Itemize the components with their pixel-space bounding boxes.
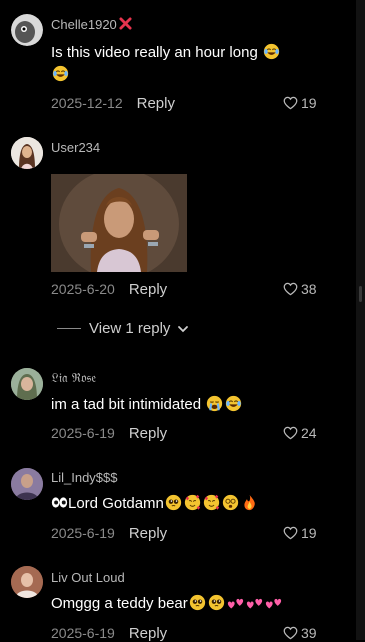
two-hearts-emoji-icon (246, 594, 263, 611)
comment-meta: 2025-6-19 Reply (51, 525, 167, 542)
like-count: 38 (301, 281, 317, 297)
like-button[interactable]: 38 (283, 281, 317, 297)
like-count: 19 (301, 95, 317, 111)
comment-meta: 2025-12-12 Reply (51, 95, 175, 112)
scrollbar[interactable] (356, 0, 365, 640)
avatar[interactable] (11, 566, 43, 598)
avatar[interactable] (11, 14, 43, 46)
laughing-emoji-icon (225, 395, 242, 412)
like-button[interactable]: 39 (283, 625, 317, 641)
comment-date: 2025-6-20 (51, 281, 115, 297)
smiling-hearts-emoji-icon (184, 494, 201, 511)
username[interactable]: User234 (51, 140, 100, 155)
like-count: 39 (301, 625, 317, 641)
heart-icon (283, 526, 298, 540)
reply-button[interactable]: Reply (129, 525, 167, 542)
comment-meta: 2025-6-20 Reply (51, 281, 167, 298)
reply-button[interactable]: Reply (137, 95, 175, 112)
heart-icon (283, 282, 298, 296)
comment-date: 2025-6-19 (51, 625, 115, 641)
heart-icon (283, 96, 298, 110)
comment-text: im a tad bit intimidated (51, 394, 311, 416)
reply-button[interactable]: Reply (129, 281, 167, 298)
comment-item: Liv Out Loud Omggg a teddy bear 2025-6-1… (0, 565, 356, 642)
reply-button[interactable]: Reply (129, 625, 167, 642)
comment-item: User234 2025-6-20 Reply 38 (0, 125, 356, 310)
comment-meta: 2025-6-19 Reply (51, 425, 167, 442)
heart-icon (283, 626, 298, 640)
comment-item: Chelle1920 Is this video really an hour … (0, 0, 356, 125)
comment-date: 2025-12-12 (51, 95, 123, 111)
avatar[interactable] (11, 137, 43, 169)
pleading-face-emoji-icon (165, 494, 182, 511)
like-count: 19 (301, 525, 317, 541)
smiling-hearts-emoji-icon (203, 494, 220, 511)
fire-emoji-icon (241, 494, 258, 511)
chevron-down-icon (178, 325, 189, 332)
heart-icon (283, 426, 298, 440)
like-count: 24 (301, 425, 317, 441)
comment-text: Omggg a teddy bear (51, 593, 341, 615)
like-button[interactable]: 24 (283, 425, 317, 441)
scrollbar-thumb[interactable] (359, 286, 362, 302)
comment-meta: 2025-6-19 Reply (51, 625, 167, 642)
comment-text: Is this video really an hour long (51, 42, 311, 86)
crying-emoji-icon (206, 395, 223, 412)
dizzy-face-emoji-icon (222, 494, 239, 511)
reply-button[interactable]: Reply (129, 425, 167, 442)
two-hearts-emoji-icon (227, 594, 244, 611)
laughing-emoji-icon (52, 65, 69, 82)
laughing-emoji-icon (263, 43, 280, 60)
like-button[interactable]: 19 (283, 95, 317, 111)
comment-date: 2025-6-19 (51, 525, 115, 541)
pleading-face-emoji-icon (208, 594, 225, 611)
pleading-face-emoji-icon (189, 594, 206, 611)
comment-image[interactable] (51, 174, 187, 272)
cross-mark-icon (119, 17, 132, 30)
view-replies-label: View 1 reply (89, 320, 171, 337)
username[interactable]: 𝔏𝔦𝔞 ℜ𝔬𝔰𝔢 (51, 371, 96, 386)
avatar[interactable] (11, 468, 43, 500)
username[interactable]: Chelle1920 (51, 17, 132, 32)
username[interactable]: Liv Out Loud (51, 570, 125, 585)
view-replies-button[interactable]: View 1 reply (57, 320, 189, 337)
divider (57, 328, 81, 329)
avatar[interactable] (11, 368, 43, 400)
eyes-emoji-icon (51, 494, 68, 511)
two-hearts-emoji-icon (265, 594, 282, 611)
username[interactable]: Lil_Indy$$$ (51, 470, 118, 485)
comment-item: 𝔏𝔦𝔞 ℜ𝔬𝔰𝔢 im a tad bit intimidated 2025-6… (0, 365, 356, 460)
comment-item: Lil_Indy$$$ Lord Gotdamn 2025-6-19 Reply … (0, 465, 356, 560)
like-button[interactable]: 19 (283, 525, 317, 541)
comment-date: 2025-6-19 (51, 425, 115, 441)
comment-text: Lord Gotdamn (51, 493, 331, 515)
